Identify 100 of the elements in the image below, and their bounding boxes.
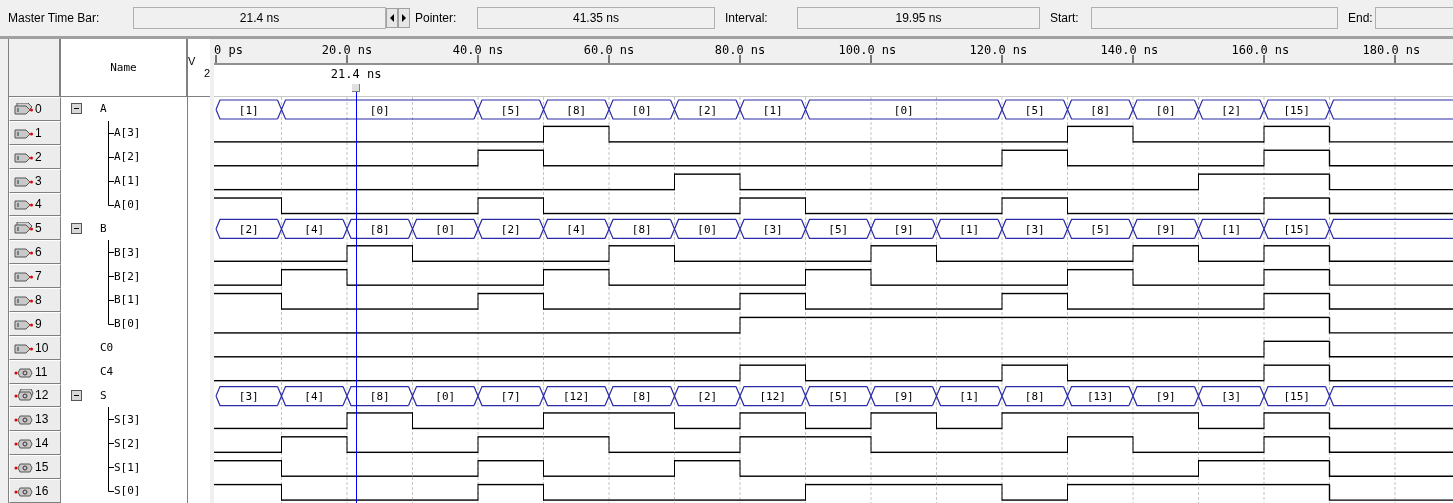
tick-mark [739, 54, 741, 63]
field-label: End: [1348, 11, 1374, 25]
bus-value: [7] [500, 390, 521, 404]
tick-mark [346, 54, 348, 63]
stepper-control[interactable] [386, 8, 410, 28]
node-button[interactable]: 1 [9, 120, 61, 145]
bus-value: [2] [697, 390, 718, 404]
bus-value: [0] [435, 222, 456, 236]
signal-name: S [100, 388, 107, 402]
input-pin-icon [14, 174, 34, 187]
signal-name: C0 [100, 341, 114, 355]
node-button[interactable]: 3 [9, 168, 61, 193]
tick-mark [608, 54, 610, 63]
bus-value: [15] [1283, 222, 1310, 236]
collapse-icon[interactable] [71, 222, 82, 234]
signal-name: B[2] [114, 269, 141, 283]
tick-mark [1001, 54, 1003, 63]
node-button[interactable]: 2 [9, 144, 61, 169]
node-button[interactable]: 0 [9, 97, 61, 121]
time-label: 140.0 ns [1100, 43, 1159, 57]
node-button[interactable]: 7 [9, 264, 61, 288]
node-button[interactable]: 8 [9, 288, 61, 312]
bus-value: [8] [631, 390, 652, 404]
tick-mark [870, 54, 872, 63]
bus-value: [0] [1155, 103, 1176, 117]
field-label: Interval: [725, 11, 769, 25]
output-bus-icon [14, 389, 34, 402]
node-button[interactable]: 6 [9, 240, 61, 265]
output-pin-icon [14, 365, 34, 378]
bus-value: [12] [563, 390, 590, 404]
bus-value: [5] [1024, 103, 1045, 117]
column-subheader: 2 [203, 67, 210, 79]
node-button[interactable]: 15 [9, 455, 61, 479]
signal-name: B[1] [114, 293, 141, 307]
column-header: V [188, 55, 196, 67]
input-pin-icon [14, 317, 34, 330]
field-label: Pointer: [415, 11, 458, 25]
node-button[interactable]: 11 [9, 359, 61, 384]
time-bar-handle[interactable] [352, 84, 361, 92]
scroll-left-button[interactable] [386, 8, 398, 28]
input-bus-icon [14, 222, 34, 235]
tick-mark [215, 54, 217, 63]
signal-name: A[2] [114, 150, 141, 164]
time-field[interactable]: 41.35 ns [477, 7, 715, 29]
tick-mark [1132, 54, 1134, 63]
bus-value: [12] [759, 390, 786, 404]
bus-value: [9] [1155, 390, 1176, 404]
bus-value: [0] [631, 103, 652, 117]
tick-mark [1394, 54, 1396, 63]
output-pin-icon [14, 437, 34, 450]
bus-value: [8] [566, 103, 587, 117]
node-button[interactable]: 10 [9, 335, 61, 360]
bus-value: [8] [1024, 390, 1045, 404]
signal-name: S[1] [114, 460, 141, 474]
bus-value: [2] [697, 103, 718, 117]
time-label: 20.0 ns [321, 43, 373, 57]
bus-value: [4] [304, 390, 325, 404]
node-button[interactable]: 12 [9, 383, 61, 408]
time-label: 0 ps [214, 43, 243, 57]
time-label: 180.0 ns [1362, 43, 1421, 57]
left-arrow-icon [388, 13, 396, 23]
time-field[interactable]: 19.95 ns [797, 7, 1040, 29]
bus-value: [13] [1087, 390, 1114, 404]
input-pin-icon [14, 246, 34, 259]
bus-value: [9] [893, 390, 914, 404]
bus-value: [1] [762, 103, 783, 117]
bus-value: [1] [959, 390, 980, 404]
node-button[interactable]: 13 [9, 407, 61, 432]
input-pin-icon [14, 270, 34, 283]
signal-name: A[1] [114, 174, 141, 188]
collapse-icon[interactable] [71, 103, 82, 115]
bus-value: [4] [304, 222, 325, 236]
scroll-right-button[interactable] [398, 8, 410, 28]
bus-value: [8] [369, 390, 390, 404]
input-pin-icon [14, 198, 34, 211]
signal-name: B[3] [114, 245, 141, 259]
tick-mark [1263, 54, 1265, 63]
time-field[interactable]: 21.4 ns [133, 7, 386, 29]
bus-value: [8] [631, 222, 652, 236]
signal-name: S[3] [114, 412, 141, 426]
bus-value: [1] [1221, 222, 1242, 236]
signal-name: A [100, 102, 107, 116]
bus-value: [3] [1024, 222, 1045, 236]
node-button[interactable]: 16 [9, 479, 61, 503]
time-bar-line[interactable] [356, 92, 358, 503]
bus-value: [9] [893, 222, 914, 236]
input-pin-icon [14, 150, 34, 163]
bus-value: [15] [1283, 103, 1310, 117]
output-pin-icon [14, 484, 34, 497]
time-field[interactable] [1091, 7, 1338, 29]
node-button[interactable]: 14 [9, 431, 61, 456]
node-button[interactable]: 4 [9, 192, 61, 217]
node-button[interactable]: 5 [9, 216, 61, 241]
bus-value: [8] [369, 222, 390, 236]
field-label: Start: [1050, 11, 1080, 25]
collapse-icon[interactable] [71, 389, 82, 401]
signal-name: B[0] [114, 317, 141, 331]
node-button[interactable]: 9 [9, 311, 61, 336]
bus-value: [3] [238, 390, 259, 404]
bus-value: [9] [1155, 222, 1176, 236]
